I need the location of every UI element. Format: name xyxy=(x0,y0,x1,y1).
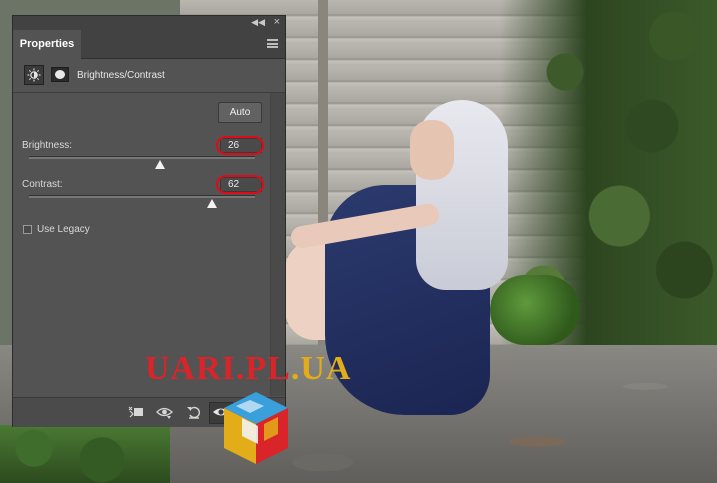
brightness-label: Brightness: xyxy=(22,140,73,151)
watermark-cube-logo xyxy=(224,392,288,464)
panel-menu-icon[interactable] xyxy=(267,39,278,48)
watermark-part-a: UARI.PL xyxy=(145,350,291,387)
reset-icon[interactable] xyxy=(183,403,203,421)
contrast-slider-thumb[interactable] xyxy=(207,199,218,208)
flowers xyxy=(0,425,170,483)
panel-tabbar: Properties xyxy=(13,30,285,59)
brightness-slider-track[interactable] xyxy=(29,156,255,159)
adjustment-header: Brightness/Contrast xyxy=(13,59,285,93)
person-face xyxy=(410,120,454,180)
brightness-highlight-ring xyxy=(216,136,264,155)
contrast-slider-track[interactable] xyxy=(29,195,255,198)
watermark-part-b: .UA xyxy=(290,350,352,387)
close-panel-icon[interactable]: × xyxy=(274,16,280,29)
collapse-panel-icon[interactable]: ◀◀ xyxy=(251,17,265,28)
use-legacy-checkbox[interactable] xyxy=(23,225,32,234)
view-previous-state-icon[interactable] xyxy=(154,403,174,421)
bush xyxy=(490,275,580,345)
auto-button[interactable]: Auto xyxy=(218,102,262,123)
panel-topbar: ◀◀ × xyxy=(13,16,285,30)
layer-mask-icon[interactable] xyxy=(51,67,69,82)
use-legacy-label: Use Legacy xyxy=(37,224,90,235)
clip-to-layer-icon[interactable] xyxy=(125,403,145,421)
contrast-highlight-ring xyxy=(216,175,264,194)
brightness-contrast-icon[interactable] xyxy=(24,65,44,85)
adjustment-title: Brightness/Contrast xyxy=(77,70,165,81)
watermark-text: UARI.PL.UA xyxy=(145,350,351,388)
contrast-label: Contrast: xyxy=(22,179,63,190)
brightness-slider-thumb[interactable] xyxy=(155,160,166,169)
tab-properties[interactable]: Properties xyxy=(13,30,81,59)
